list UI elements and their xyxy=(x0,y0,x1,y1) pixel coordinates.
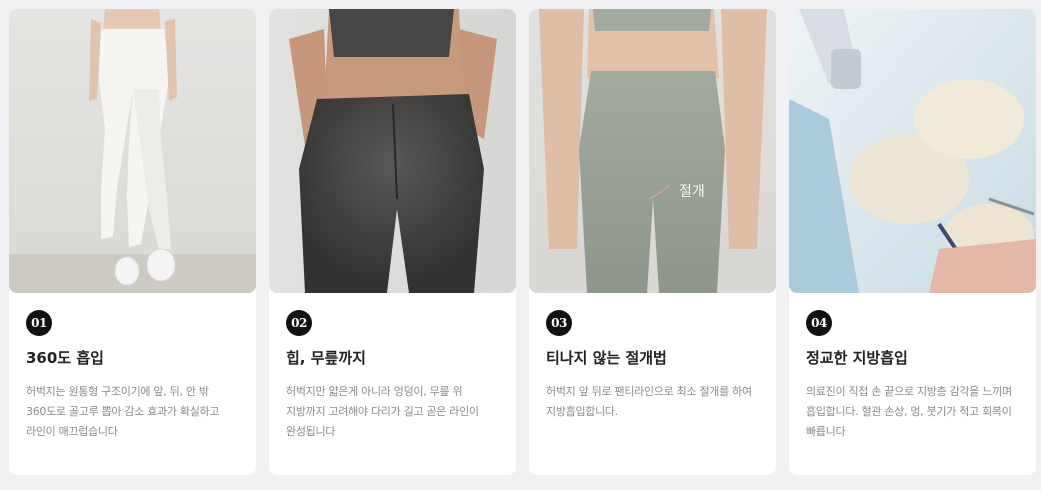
card-description: 의료진이 직접 손 끝으로 지방층 감각을 느끼며 흡입합니다. 혈관 손상, … xyxy=(806,382,1021,442)
desc-line: 의료진이 직접 손 끝으로 지방층 감각을 느끼며 xyxy=(806,385,1012,398)
card-title: 360도 흡입 xyxy=(26,349,104,367)
incision-label: 절개 xyxy=(679,184,705,200)
desc-line: 완성됩니다 xyxy=(286,425,336,438)
feature-card-incision: 절개 03 티나지 않는 절개법 허벅지 앞 뒤로 팬티라인으로 최소 절개를 … xyxy=(529,9,776,475)
desc-line: 지방흡입합니다. xyxy=(546,405,618,418)
feature-card-360: 01 360도 흡입 허벅지는 원통형 구조이기에 앞, 뒤, 안 밖 360도… xyxy=(9,9,256,475)
sage-leggings-photo: 절개 xyxy=(529,9,776,293)
card-title: 힙, 무릎까지 xyxy=(286,349,366,367)
step-number-badge: 03 xyxy=(546,310,572,336)
desc-line: 허벅지는 원통형 구조이기에 앞, 뒤, 안 밖 xyxy=(26,385,209,398)
desc-line: 빠릅니다 xyxy=(806,425,846,438)
card-description: 허벅지 앞 뒤로 팬티라인으로 최소 절개를 하여 지방흡입합니다. xyxy=(546,382,761,422)
desc-line: 흡입합니다. 혈관 손상, 멍, 붓기가 적고 회복이 xyxy=(806,405,1012,418)
desc-line: 허벅지만 얇은게 아니라 엉덩이, 무릎 위 xyxy=(286,385,463,398)
desc-line: 360도로 골고루 뽑아 감소 효과가 확실하고 xyxy=(26,405,220,418)
feature-card-precision: 04 정교한 지방흡입 의료진이 직접 손 끝으로 지방층 감각을 느끼며 흡입… xyxy=(789,9,1036,475)
step-number-badge: 02 xyxy=(286,310,312,336)
desc-line: 라인이 매끄럽습니다 xyxy=(26,425,118,438)
white-leggings-photo xyxy=(9,9,256,293)
card-description: 허벅지만 얇은게 아니라 엉덩이, 무릎 위 지방까지 고려해야 다리가 길고 … xyxy=(286,382,501,442)
surgery-photo xyxy=(789,9,1036,293)
step-number-badge: 01 xyxy=(26,310,52,336)
card-title: 티나지 않는 절개법 xyxy=(546,349,667,367)
desc-line: 지방까지 고려해야 다리가 길고 곧은 라인이 xyxy=(286,405,479,418)
feature-cards: 01 360도 흡입 허벅지는 원통형 구조이기에 앞, 뒤, 안 밖 360도… xyxy=(0,0,1041,490)
card-title: 정교한 지방흡입 xyxy=(806,349,908,367)
dark-leggings-photo xyxy=(269,9,516,293)
desc-line: 허벅지 앞 뒤로 팬티라인으로 최소 절개를 하여 xyxy=(546,385,752,398)
card-description: 허벅지는 원통형 구조이기에 앞, 뒤, 안 밖 360도로 골고루 뽑아 감소… xyxy=(26,382,241,442)
step-number-badge: 04 xyxy=(806,310,832,336)
feature-card-hip-knee: 02 힙, 무릎까지 허벅지만 얇은게 아니라 엉덩이, 무릎 위 지방까지 고… xyxy=(269,9,516,475)
